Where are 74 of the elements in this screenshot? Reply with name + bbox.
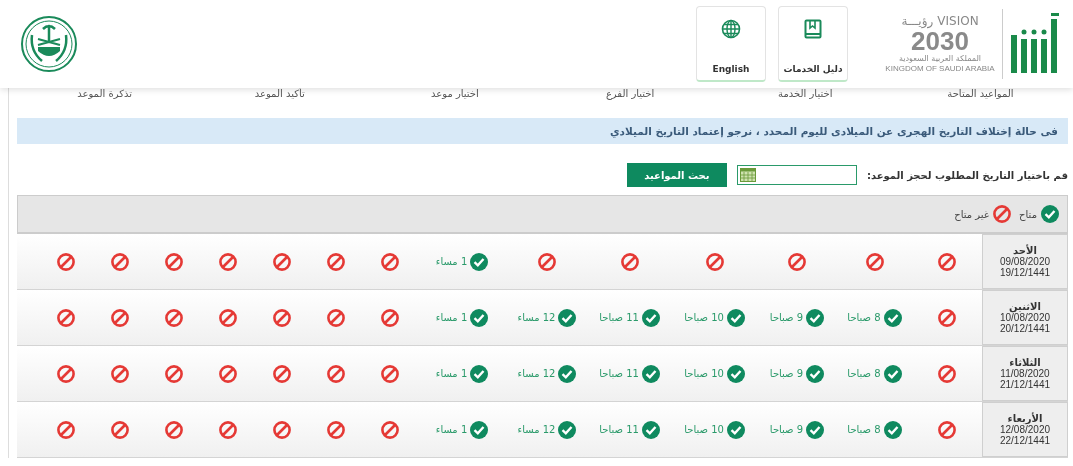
check-icon[interactable] <box>558 308 577 327</box>
time-slot-link[interactable]: 1 مساء <box>435 256 468 267</box>
date-field[interactable] <box>736 165 857 185</box>
step-label: تأكيد الموعد <box>253 88 306 99</box>
hijri-date: 20/12/1441 <box>999 323 1051 334</box>
step-label: المواعيد المتاحة <box>946 88 1015 99</box>
time-slot-link[interactable]: 10 صباحا <box>684 368 724 379</box>
time-slot-link[interactable]: 9 صباحا <box>769 312 804 323</box>
time-slot-link[interactable]: 8 صباحا <box>847 424 881 435</box>
header-button[interactable]: دليل الخدمات <box>778 6 848 82</box>
check-icon[interactable] <box>726 364 745 383</box>
time-slot-link[interactable]: 1 مساء <box>435 368 468 379</box>
date-label: قم باختيار التاريخ المطلوب لحجز الموعد: <box>866 169 1068 181</box>
gregorian-date: 09/08/2020 <box>999 256 1051 267</box>
search-button[interactable]: بحث المواعيد <box>626 163 727 187</box>
hijri-date: 21/12/1441 <box>999 379 1051 390</box>
check-icon[interactable] <box>883 308 902 327</box>
time-slot-link[interactable]: 9 صباحا <box>769 368 804 379</box>
check-icon[interactable] <box>641 308 660 327</box>
step-label: اختيار موعد <box>430 88 480 99</box>
check-icon[interactable] <box>470 364 489 383</box>
vision-logo-text: رؤيـــة <box>901 14 934 28</box>
time-slot-link[interactable]: 8 صباحا <box>847 368 881 379</box>
time-slot-link[interactable]: 11 صباحا <box>599 368 639 379</box>
time-slot-link[interactable]: 1 مساء <box>435 424 468 435</box>
calendar-icon <box>739 168 756 182</box>
time-slot-link[interactable]: 11 صباحا <box>599 312 639 323</box>
day-name: الثلاثاء <box>1009 357 1041 368</box>
check-icon[interactable] <box>470 308 489 327</box>
time-slot-link[interactable]: 10 صباحا <box>684 424 724 435</box>
step-label: اختيار الفرع <box>604 88 656 99</box>
time-slot-link[interactable]: 12 مساء <box>517 424 556 435</box>
vision-logo-text: KINGDOM OF SAUDI ARABIA <box>885 64 995 74</box>
time-slot-link[interactable]: 11 صباحا <box>599 424 639 435</box>
time-slot-link[interactable]: 12 مساء <box>517 368 556 379</box>
check-icon[interactable] <box>883 420 902 439</box>
check-icon[interactable] <box>883 364 902 383</box>
day-name: الأحد <box>1013 245 1037 256</box>
check-icon[interactable] <box>641 420 660 439</box>
book-icon <box>804 19 822 39</box>
emblem-icon <box>20 15 78 73</box>
check-icon[interactable] <box>806 364 825 383</box>
notice-text: فى حالة إختلاف التاريخ الهجرى عن الميلادى لليوم المحدد ، نرجو إعتماد التاريخ الميلادي <box>17 118 1068 144</box>
vision-logo-text: المملكة العربية السعودية <box>898 54 982 64</box>
vision-logo-year: 2030 <box>911 28 969 54</box>
legend-label: غير متاح <box>954 208 990 220</box>
check-icon[interactable] <box>641 364 660 383</box>
header-button[interactable]: English <box>696 6 766 82</box>
gregorian-date: 11/08/2020 <box>1000 368 1050 379</box>
day-name: الأربعاء <box>1007 413 1043 424</box>
check-icon[interactable] <box>558 364 577 383</box>
check-icon[interactable] <box>558 420 577 439</box>
time-slot-link[interactable]: 8 صباحا <box>847 312 881 323</box>
gregorian-date: 10/08/2020 <box>999 312 1051 323</box>
step-label: اختيار الخدمة <box>777 88 834 99</box>
hijri-date: 19/12/1441 <box>999 267 1051 278</box>
hijri-date: 22/12/1441 <box>999 435 1051 446</box>
time-slot-link[interactable]: 10 صباحا <box>684 312 724 323</box>
time-slot-link[interactable]: 1 مساء <box>435 312 468 323</box>
globe-icon <box>721 19 741 39</box>
legend-label: متاح <box>1019 208 1037 220</box>
day-name: الاثنين <box>1009 301 1041 312</box>
check-icon[interactable] <box>726 420 745 439</box>
check-icon[interactable] <box>806 420 825 439</box>
vision-logo-text: VISION <box>937 14 979 28</box>
check-icon[interactable] <box>806 308 825 327</box>
gregorian-date: 12/08/2020 <box>999 424 1051 435</box>
step-label: تذكرة الموعد <box>76 88 133 99</box>
absher-logo-icon <box>1009 13 1061 75</box>
time-slot-link[interactable]: 12 مساء <box>517 312 556 323</box>
time-slot-link[interactable]: 9 صباحا <box>769 424 804 435</box>
check-icon[interactable] <box>470 252 489 271</box>
check-icon[interactable] <box>726 308 745 327</box>
check-icon[interactable] <box>470 420 489 439</box>
